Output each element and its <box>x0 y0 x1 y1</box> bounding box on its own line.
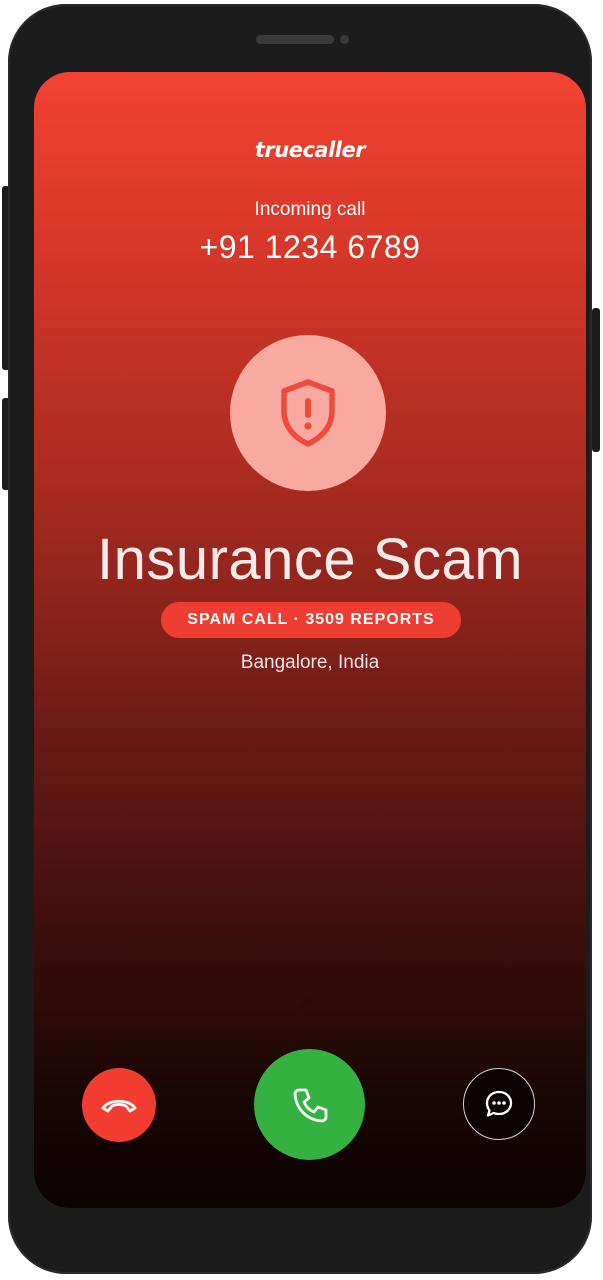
incoming-call-screen: truecaller Incoming call +91 1234 6789 I… <box>34 72 586 1208</box>
call-status: Incoming call <box>254 199 366 220</box>
front-camera <box>340 35 349 44</box>
caller-avatar <box>230 335 386 491</box>
spam-reports-badge: SPAM CALL · 3509 REPORTS <box>161 602 461 638</box>
caller-name: Insurance Scam <box>96 527 524 592</box>
decline-call-button[interactable] <box>82 1068 156 1142</box>
earpiece-speaker <box>256 35 334 44</box>
truecaller-logo: truecaller <box>254 138 366 162</box>
accept-call-button[interactable] <box>254 1049 365 1160</box>
phone-icon <box>293 1088 327 1122</box>
caller-location: Bangalore, India <box>240 652 380 673</box>
side-key <box>592 308 600 452</box>
phone-hangup-icon <box>101 1099 137 1113</box>
message-bubble-icon <box>485 1090 513 1117</box>
reply-message-button[interactable] <box>463 1068 535 1140</box>
phone-frame: truecaller Incoming call +91 1234 6789 I… <box>8 4 592 1274</box>
caller-number: +91 1234 6789 <box>199 229 421 265</box>
chevron-up-icon <box>286 998 334 1022</box>
shield-alert-icon <box>281 379 335 447</box>
